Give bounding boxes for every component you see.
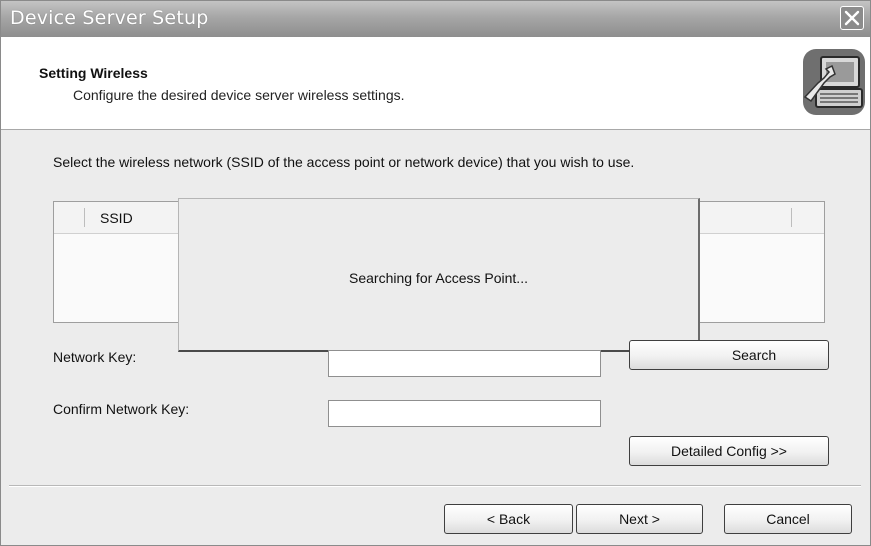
next-button[interactable]: Next > [576, 504, 703, 534]
network-key-label: Network Key: [53, 349, 137, 365]
device-setup-icon [803, 49, 865, 115]
wizard-header: Setting Wireless Configure the desired d… [1, 37, 870, 130]
instruction-text: Select the wireless network (SSID of the… [53, 154, 635, 170]
confirm-network-key-input[interactable] [328, 400, 601, 427]
window-title: Device Server Setup [10, 7, 209, 29]
searching-message: Searching for Access Point... [349, 270, 528, 286]
back-button[interactable]: < Back [444, 504, 573, 534]
searching-popup: Searching for Access Point... [178, 198, 700, 352]
confirm-network-key-label: Confirm Network Key: [53, 401, 190, 417]
detailed-config-button[interactable]: Detailed Config >> [629, 436, 829, 466]
cancel-button[interactable]: Cancel [724, 504, 852, 534]
column-ssid[interactable]: SSID [100, 210, 133, 226]
close-icon [844, 10, 860, 26]
close-button[interactable] [840, 6, 864, 30]
column-separator [84, 208, 85, 227]
setup-window: Device Server Setup Setting Wireless Con… [0, 0, 871, 546]
footer-divider [9, 485, 861, 487]
search-button[interactable]: Search [629, 340, 829, 370]
network-key-input[interactable] [328, 350, 601, 377]
step-title: Setting Wireless [39, 65, 148, 81]
column-separator [791, 208, 792, 227]
title-bar[interactable]: Device Server Setup [1, 1, 870, 37]
step-subtitle: Configure the desired device server wire… [73, 87, 405, 103]
